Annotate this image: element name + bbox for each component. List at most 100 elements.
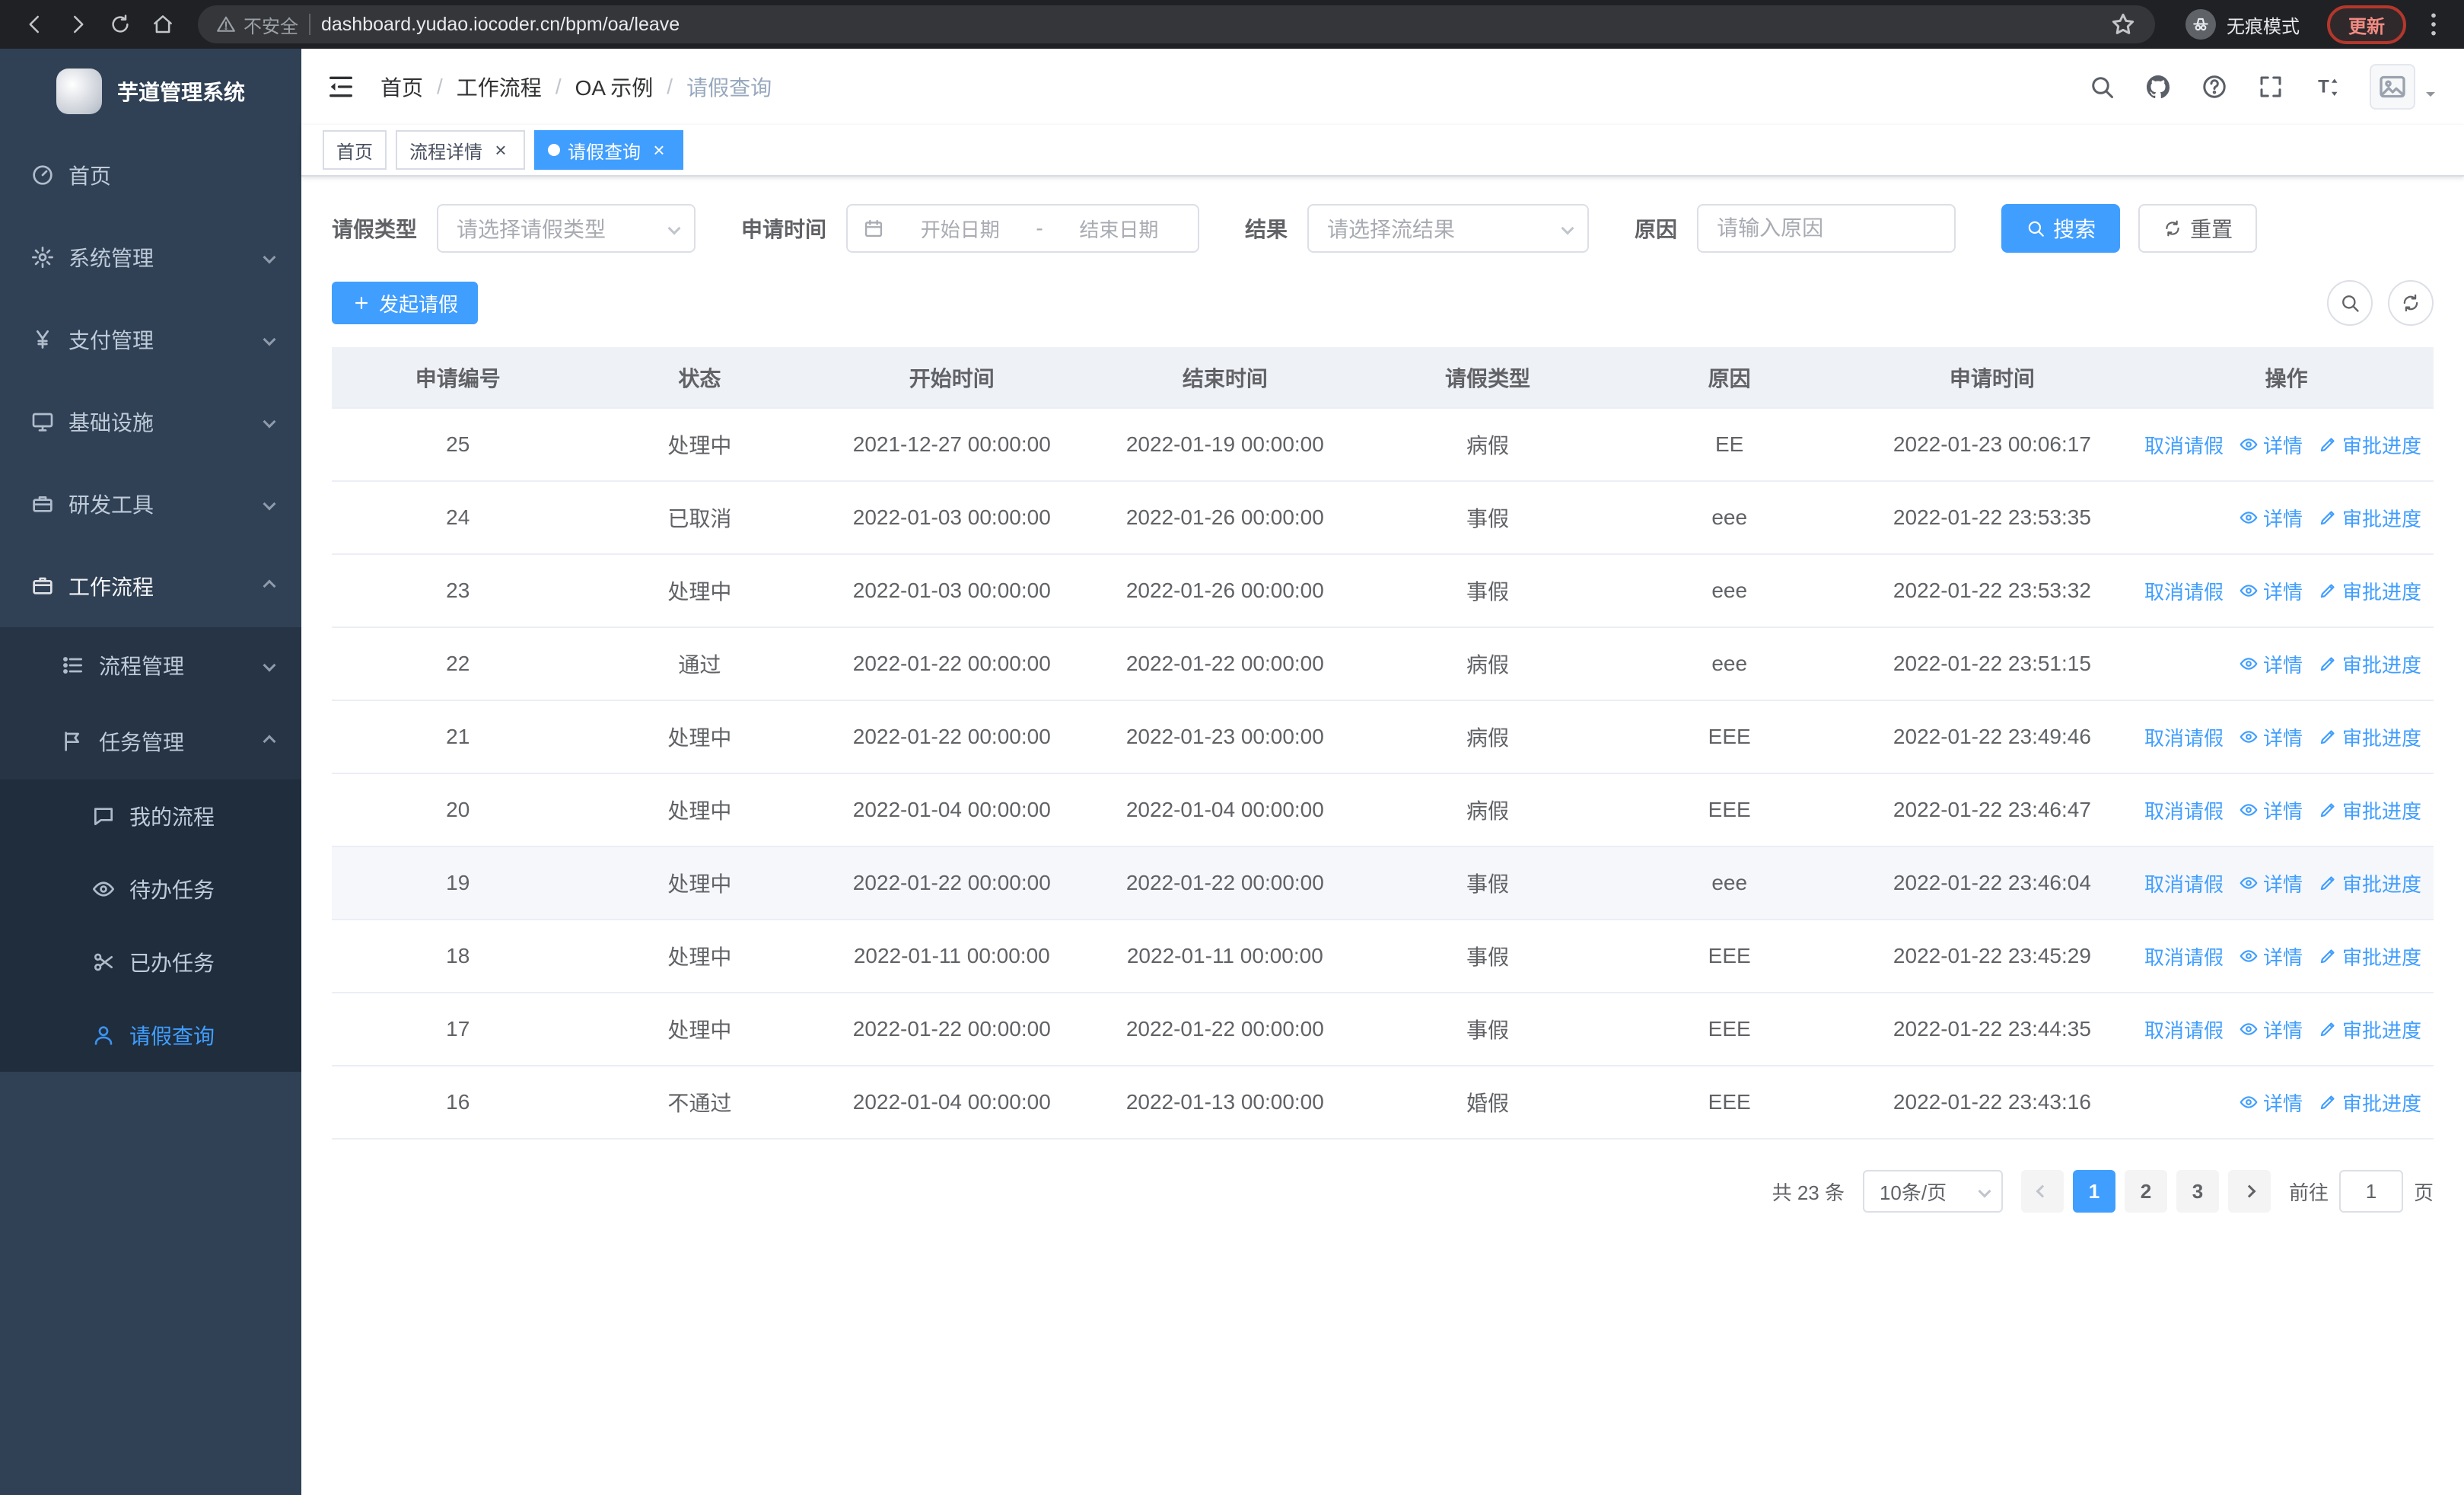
column-header: 请假类型	[1361, 347, 1614, 409]
cancel-leave-link[interactable]: 取消请假	[2139, 1015, 2224, 1044]
browser-menu-icon[interactable]	[2418, 9, 2449, 40]
create-leave-button[interactable]: 发起请假	[332, 282, 479, 324]
tag-label: 流程详情	[409, 142, 482, 163]
help-icon[interactable]	[2201, 73, 2228, 100]
approval-progress-link[interactable]: 审批进度	[2318, 1089, 2421, 1117]
table-header: 申请编号 状态 开始时间 结束时间 请假类型 原因 申请时间 操作	[332, 347, 2434, 409]
approval-progress-link[interactable]: 审批进度	[2318, 577, 2421, 605]
cell-type: 病假	[1361, 408, 1614, 482]
browser-reload-button[interactable]	[100, 5, 140, 44]
cancel-leave-link[interactable]: 取消请假	[2139, 942, 2224, 971]
bookmark-star-icon[interactable]	[2109, 11, 2137, 38]
detail-link[interactable]: 详情	[2239, 796, 2303, 824]
breadcrumb-separator: /	[667, 75, 673, 98]
sidebar-item[interactable]: 待办任务	[0, 853, 301, 926]
approval-progress-link[interactable]: 审批进度	[2318, 1015, 2421, 1044]
search-button[interactable]: 搜索	[2001, 204, 2121, 253]
breadcrumb-item[interactable]: OA 示例	[575, 72, 654, 102]
page-number-button[interactable]: 1	[2072, 1170, 2115, 1213]
detail-link[interactable]: 详情	[2239, 431, 2303, 459]
detail-link[interactable]: 详情	[2239, 1089, 2303, 1117]
user-avatar[interactable]	[2370, 64, 2440, 110]
github-icon[interactable]	[2144, 73, 2172, 100]
leave-type-select[interactable]: 请选择请假类型	[437, 204, 696, 253]
tag-view-item[interactable]: 流程详情 ×	[396, 130, 525, 170]
cell-start: 2022-01-22 00:00:00	[815, 993, 1089, 1066]
close-icon[interactable]: ×	[648, 139, 670, 161]
cell-end: 2022-01-19 00:00:00	[1088, 408, 1362, 482]
sidebar-item[interactable]: 系统管理	[0, 216, 301, 298]
chevron-down-icon	[1978, 1184, 1991, 1198]
sidebar-item[interactable]: 支付管理	[0, 298, 301, 381]
sidebar-item[interactable]: 流程管理	[0, 627, 301, 703]
pen-icon	[2318, 727, 2338, 747]
cell-reason: EEE	[1613, 920, 1845, 993]
cell-type: 事假	[1361, 554, 1614, 628]
approval-progress-link[interactable]: 审批进度	[2318, 650, 2421, 678]
tag-view-item[interactable]: 首页	[323, 130, 387, 170]
browser-update-button[interactable]: 更新	[2327, 5, 2406, 44]
cancel-leave-link[interactable]: 取消请假	[2139, 796, 2224, 824]
menu-fold-icon[interactable]	[326, 72, 356, 102]
browser-back-button[interactable]	[15, 5, 55, 44]
cell-status: 处理中	[584, 700, 816, 774]
approval-progress-link[interactable]: 审批进度	[2318, 431, 2421, 459]
detail-link[interactable]: 详情	[2239, 504, 2303, 532]
cancel-leave-link[interactable]: 取消请假	[2139, 431, 2224, 459]
browser-home-button[interactable]	[143, 5, 183, 44]
user-icon	[91, 1023, 116, 1047]
fullscreen-icon[interactable]	[2257, 73, 2284, 100]
cancel-leave-link[interactable]: 取消请假	[2139, 869, 2224, 897]
sidebar-item[interactable]: 基础设施	[0, 381, 301, 463]
sidebar-item[interactable]: 我的流程	[0, 779, 301, 853]
refresh-table-button[interactable]	[2388, 280, 2434, 326]
page-size-select[interactable]: 10条/页	[1862, 1170, 2003, 1213]
sidebar-item[interactable]: 已办任务	[0, 926, 301, 999]
font-size-icon[interactable]: T	[2313, 73, 2341, 100]
approval-progress-link[interactable]: 审批进度	[2318, 504, 2421, 532]
breadcrumb-item[interactable]: 工作流程	[457, 72, 542, 102]
next-page-button[interactable]	[2227, 1170, 2271, 1213]
goto-page-input[interactable]	[2338, 1170, 2403, 1213]
browser-forward-button[interactable]	[58, 5, 97, 44]
detail-link[interactable]: 详情	[2239, 1015, 2303, 1044]
prev-page-button[interactable]	[2020, 1170, 2064, 1213]
table-row: 16 不通过 2022-01-04 00:00:00 2022-01-13 00:00…	[332, 1066, 2434, 1140]
cancel-leave-link[interactable]: 取消请假	[2139, 577, 2224, 605]
cancel-leave-link[interactable]: 取消请假	[2139, 723, 2224, 751]
detail-link[interactable]: 详情	[2239, 577, 2303, 605]
detail-link[interactable]: 详情	[2239, 869, 2303, 897]
page-number-button[interactable]: 3	[2176, 1170, 2219, 1213]
pen-icon	[2318, 581, 2338, 601]
approval-progress-link[interactable]: 审批进度	[2318, 723, 2421, 751]
sidebar-item[interactable]: 任务管理	[0, 703, 301, 779]
security-status[interactable]: 不安全	[216, 11, 298, 38]
date-range-picker[interactable]: 开始日期 - 结束日期	[846, 204, 1200, 253]
cell-end: 2022-01-22 00:00:00	[1088, 846, 1362, 920]
reason-input[interactable]	[1697, 204, 1956, 253]
incognito-label: 无痕模式	[2227, 16, 2300, 37]
close-icon[interactable]: ×	[490, 139, 511, 161]
tag-view-item[interactable]: 请假查询 ×	[534, 130, 683, 170]
sidebar-item[interactable]: 请假查询	[0, 999, 301, 1072]
reset-button[interactable]: 重置	[2138, 204, 2258, 253]
approval-progress-link[interactable]: 审批进度	[2318, 796, 2421, 824]
cell-actions: 取消请假 详情 审批进度	[2139, 700, 2434, 774]
cell-id: 19	[332, 846, 584, 920]
chevron-down-icon	[263, 658, 276, 672]
page-number-button[interactable]: 2	[2124, 1170, 2167, 1213]
breadcrumb-item[interactable]: 首页	[380, 72, 423, 102]
sidebar-item[interactable]: 工作流程	[0, 545, 301, 627]
sidebar-item[interactable]: 研发工具	[0, 463, 301, 545]
search-icon[interactable]	[2088, 73, 2115, 100]
detail-link[interactable]: 详情	[2239, 650, 2303, 678]
eye-icon	[91, 877, 116, 901]
approval-progress-link[interactable]: 审批进度	[2318, 942, 2421, 971]
toggle-search-button[interactable]	[2327, 280, 2373, 326]
approval-progress-link[interactable]: 审批进度	[2318, 869, 2421, 897]
detail-link[interactable]: 详情	[2239, 723, 2303, 751]
url-bar[interactable]: 不安全 dashboard.yudao.iocoder.cn/bpm/oa/le…	[198, 5, 2155, 43]
sidebar-item[interactable]: 首页	[0, 134, 301, 216]
result-select[interactable]: 请选择流结果	[1307, 204, 1590, 253]
detail-link[interactable]: 详情	[2239, 942, 2303, 971]
